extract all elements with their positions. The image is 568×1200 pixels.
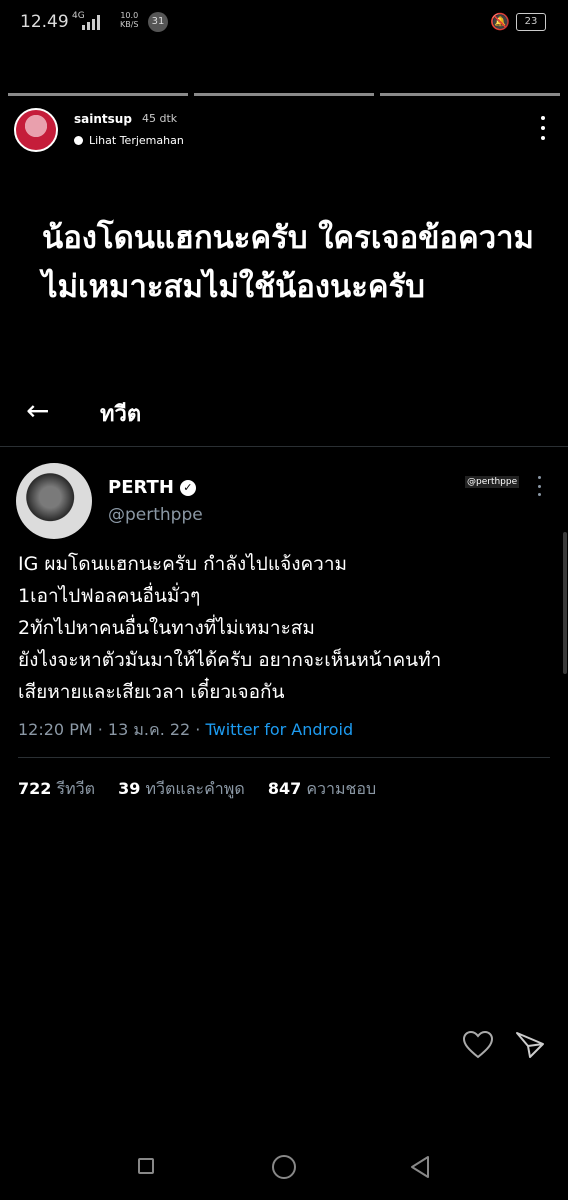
tweet-source[interactable]: Twitter for Android bbox=[205, 720, 353, 739]
nav-back-icon[interactable] bbox=[408, 1154, 432, 1180]
quote-count[interactable]: 39 bbox=[118, 779, 140, 798]
story-progress bbox=[8, 93, 560, 96]
tweet-author-name[interactable]: PERTH ✓ bbox=[108, 477, 196, 498]
tweet-line: เสียหายและเสียเวลา เดี๋ยวเจอกัน bbox=[18, 681, 285, 703]
story-progress-segment bbox=[8, 93, 188, 96]
like-label: ความชอบ bbox=[306, 779, 377, 798]
recent-apps-button[interactable] bbox=[138, 1158, 154, 1174]
tweet-line: 2ทักไปหาคนอื่นในทางที่ไม่เหมาะสม bbox=[18, 617, 315, 639]
signal-icon bbox=[82, 14, 104, 30]
battery-icon: 23 bbox=[516, 13, 546, 31]
tweet-line: ยังไงจะหาตัวมันมาให้ได้ครับ อยากจะเห็นหน… bbox=[18, 649, 442, 671]
tweet-line: 1เอาไปฟอลคนอื่นมั่วๆ bbox=[18, 585, 201, 607]
translate-icon bbox=[74, 136, 83, 145]
retweet-count[interactable]: 722 bbox=[18, 779, 51, 798]
avatar[interactable] bbox=[14, 108, 58, 152]
status-time: 12.49 bbox=[20, 12, 69, 32]
more-options-icon[interactable] bbox=[540, 116, 546, 140]
tweet-header-bar: ← ทวีต bbox=[0, 384, 568, 444]
mute-icon: 🔕 bbox=[490, 12, 510, 31]
heart-icon[interactable] bbox=[462, 1030, 494, 1060]
divider bbox=[0, 446, 568, 447]
tweet-body: IG ผมโดนแฮกนะครับ กำลังไปแจ้งความ 1เอาไป… bbox=[18, 548, 558, 708]
tweet-header-title: ทวีต bbox=[100, 402, 142, 427]
tweet-author-handle[interactable]: @perthppe bbox=[108, 505, 203, 525]
story-progress-segment bbox=[380, 93, 560, 96]
story-time: 45 dtk bbox=[142, 112, 178, 125]
story-progress-segment bbox=[194, 93, 374, 96]
story-caption: น้องโดนแฮกนะครับ ใครเจอข้อความไม่เหมาะสม… bbox=[42, 220, 534, 305]
retweet-label: รีทวีต bbox=[56, 779, 96, 798]
net-speed: 10.0 KB/S bbox=[120, 11, 139, 29]
tweet-line: IG ผมโดนแฮกนะครับ กำลังไปแจ้งความ bbox=[18, 553, 348, 575]
translate-link[interactable]: Lihat Terjemahan bbox=[74, 134, 184, 147]
like-count[interactable]: 847 bbox=[268, 779, 301, 798]
divider bbox=[18, 757, 550, 758]
net-speed-value: 10.0 bbox=[120, 11, 139, 20]
send-icon[interactable] bbox=[514, 1030, 546, 1060]
notification-badge: 31 bbox=[148, 12, 168, 32]
tweet-author-name-text: PERTH bbox=[108, 477, 174, 498]
net-speed-unit: KB/S bbox=[120, 20, 139, 29]
home-button[interactable] bbox=[272, 1155, 296, 1179]
tweet-author-avatar[interactable] bbox=[16, 463, 92, 539]
tweet-meta: 12:20 PM · 13 ม.ค. 22 · Twitter for Andr… bbox=[18, 718, 353, 743]
verified-icon: ✓ bbox=[179, 479, 196, 496]
quote-label: ทวีตและคำพูด bbox=[145, 779, 245, 798]
tweet-more-icon[interactable] bbox=[536, 476, 542, 496]
story-header: saintsup 45 dtk Lihat Terjemahan bbox=[14, 108, 554, 154]
scrollbar[interactable] bbox=[563, 532, 567, 674]
story-username[interactable]: saintsup bbox=[74, 112, 132, 126]
translate-label: Lihat Terjemahan bbox=[89, 134, 184, 147]
arrow-left-icon[interactable]: ← bbox=[26, 394, 49, 427]
tweet-timestamp: 12:20 PM · 13 ม.ค. 22 · bbox=[18, 720, 206, 739]
tweet-stats: 722 รีทวีต 39 ทวีตและคำพูด 847 ความชอบ bbox=[18, 777, 394, 802]
status-bar: 12.49 4G 10.0 KB/S 31 🔕 23 bbox=[0, 0, 568, 46]
watermark: @perthppe bbox=[465, 476, 520, 488]
